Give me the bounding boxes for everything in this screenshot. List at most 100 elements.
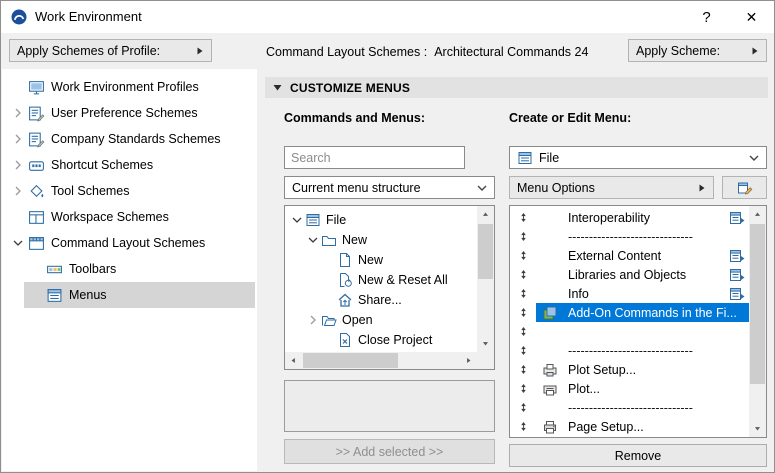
menus-icon [46,287,63,304]
plot-setup-icon [542,362,558,378]
edit-menu-select[interactable]: File [509,146,767,169]
drag-handle-icon[interactable] [510,402,536,413]
list-item-separator[interactable]: ------------------------------ [510,398,749,417]
sidebar-item-command-layout-schemes[interactable]: Command Layout Schemes [2,230,255,256]
scroll-up-icon[interactable] [749,206,766,223]
list-item-separator[interactable]: ------------------------------ [510,341,749,360]
sidebar-item-workspace-schemes[interactable]: Workspace Schemes [2,204,255,230]
scroll-right-icon[interactable] [460,352,477,369]
sidebar-item-toolbars[interactable]: Toolbars [24,256,255,282]
drag-handle-icon[interactable] [510,307,536,318]
scroll-up-icon[interactable] [477,206,494,223]
add-selected-button[interactable]: >> Add selected >> [284,439,495,464]
drag-handle-icon[interactable] [510,231,536,242]
tree-item-close-project[interactable]: Close Project [285,330,477,350]
sidebar-item-work-environment-profiles[interactable]: Work Environment Profiles [2,74,255,100]
submenu-icon [729,210,745,226]
drag-handle-icon[interactable] [510,383,536,394]
drag-handle-icon[interactable] [510,326,536,337]
list-item[interactable]: External Content [510,246,749,265]
commands-tree: File New New New & Reset All Share... Op… [284,205,495,370]
sidebar-item-shortcut-schemes[interactable]: Shortcut Schemes [2,152,255,178]
tree-item-open[interactable]: Open [285,310,477,330]
customize-menus-section-header[interactable]: CUSTOMIZE MENUS [265,77,768,98]
tree-item-new-and-reset-all[interactable]: New & Reset All [285,270,477,290]
search-input[interactable] [284,146,465,169]
apply-schemes-of-profile-button[interactable]: Apply Schemes of Profile: [9,39,212,62]
sidebar-item-company-standards-schemes[interactable]: Company Standards Schemes [2,126,255,152]
create-or-edit-menu-label: Create or Edit Menu: [509,111,631,125]
addon-commands-icon [542,305,558,321]
list-item-separator[interactable]: ------------------------------ [510,227,749,246]
remove-button[interactable]: Remove [509,444,767,467]
plot-icon [542,381,558,397]
menu-icon [517,150,533,166]
chevron-down-icon[interactable] [305,232,321,248]
tool-icon [28,183,45,200]
flyout-arrow-icon [751,47,759,55]
menu-structure-select[interactable]: Current menu structure [284,176,495,199]
scrollbar-thumb[interactable] [750,224,765,384]
tree-item-new-folder[interactable]: New [285,230,477,250]
scrollbar-thumb[interactable] [478,224,493,279]
list-item[interactable]: Page Setup... [510,417,749,436]
chevron-down-icon [749,155,759,161]
list-item[interactable]: Interoperability [510,208,749,227]
sidebar-item-user-preference-schemes[interactable]: User Preference Schemes [2,100,255,126]
scroll-down-icon[interactable] [477,335,494,352]
list-item[interactable]: Info [510,284,749,303]
menu-options-button[interactable]: Menu Options [509,176,714,199]
environment-tree: Work Environment Profiles User Preferenc… [2,69,257,471]
flyout-arrow-icon [698,184,706,192]
scheme-type-label: Command Layout Schemes : [266,45,427,59]
drag-handle-icon[interactable] [510,421,536,432]
list-item[interactable]: Libraries and Objects [510,265,749,284]
list-item[interactable]: Plot... [510,379,749,398]
chevron-right-icon[interactable] [10,105,26,121]
close-button[interactable]: ✕ [729,1,774,33]
apply-scheme-button[interactable]: Apply Scheme: [628,39,767,62]
scroll-down-icon[interactable] [749,420,766,437]
expander-spacer [10,209,26,225]
drag-handle-icon[interactable] [510,345,536,356]
help-button[interactable]: ? [684,1,729,33]
tree-item-new[interactable]: New [285,250,477,270]
list-item[interactable]: Plot Setup... [510,360,749,379]
chevron-right-icon[interactable] [10,183,26,199]
chevron-right-icon[interactable] [10,157,26,173]
chevron-right-icon[interactable] [305,312,321,328]
sidebar-item-tool-schemes[interactable]: Tool Schemes [2,178,255,204]
tree-item-share[interactable]: Share... [285,290,477,310]
drag-handle-icon[interactable] [510,269,536,280]
window-title: Work Environment [35,1,142,33]
drag-handle-icon[interactable] [510,288,536,299]
chevron-down-icon[interactable] [289,212,305,228]
chevron-right-icon[interactable] [10,131,26,147]
chevron-down-icon[interactable] [10,235,26,251]
drag-handle-icon[interactable] [510,364,536,375]
sidebar-item-menus[interactable]: Menus [24,282,255,308]
tree-item-file[interactable]: File [285,210,477,230]
new-reset-icon [337,272,353,288]
expander-spacer [10,79,26,95]
commands-and-menus-label: Commands and Menus: [284,111,425,125]
scroll-left-icon[interactable] [285,352,302,369]
menu-items-list: Interoperability -----------------------… [509,205,767,438]
shortcut-icon [28,157,45,174]
section-title: CUSTOMIZE MENUS [290,81,410,95]
drag-handle-icon[interactable] [510,250,536,261]
scrollbar-thumb[interactable] [303,353,398,368]
drag-handle-icon[interactable] [510,212,536,223]
workspace-icon [28,209,45,226]
collapse-section-icon [273,83,282,92]
tree-horizontal-scrollbar[interactable] [285,352,477,369]
menu-edit-icon [737,180,753,196]
flyout-arrow-icon [196,47,204,55]
list-item-selected[interactable]: Add-On Commands in the Fi... [510,303,749,322]
tree-vertical-scrollbar[interactable] [477,206,494,352]
list-item-blank[interactable] [510,322,749,341]
menu-list-vertical-scrollbar[interactable] [749,206,766,437]
command-description-box [284,380,495,432]
app-logo-icon [11,9,27,25]
edit-menu-icon-button[interactable] [722,176,767,199]
